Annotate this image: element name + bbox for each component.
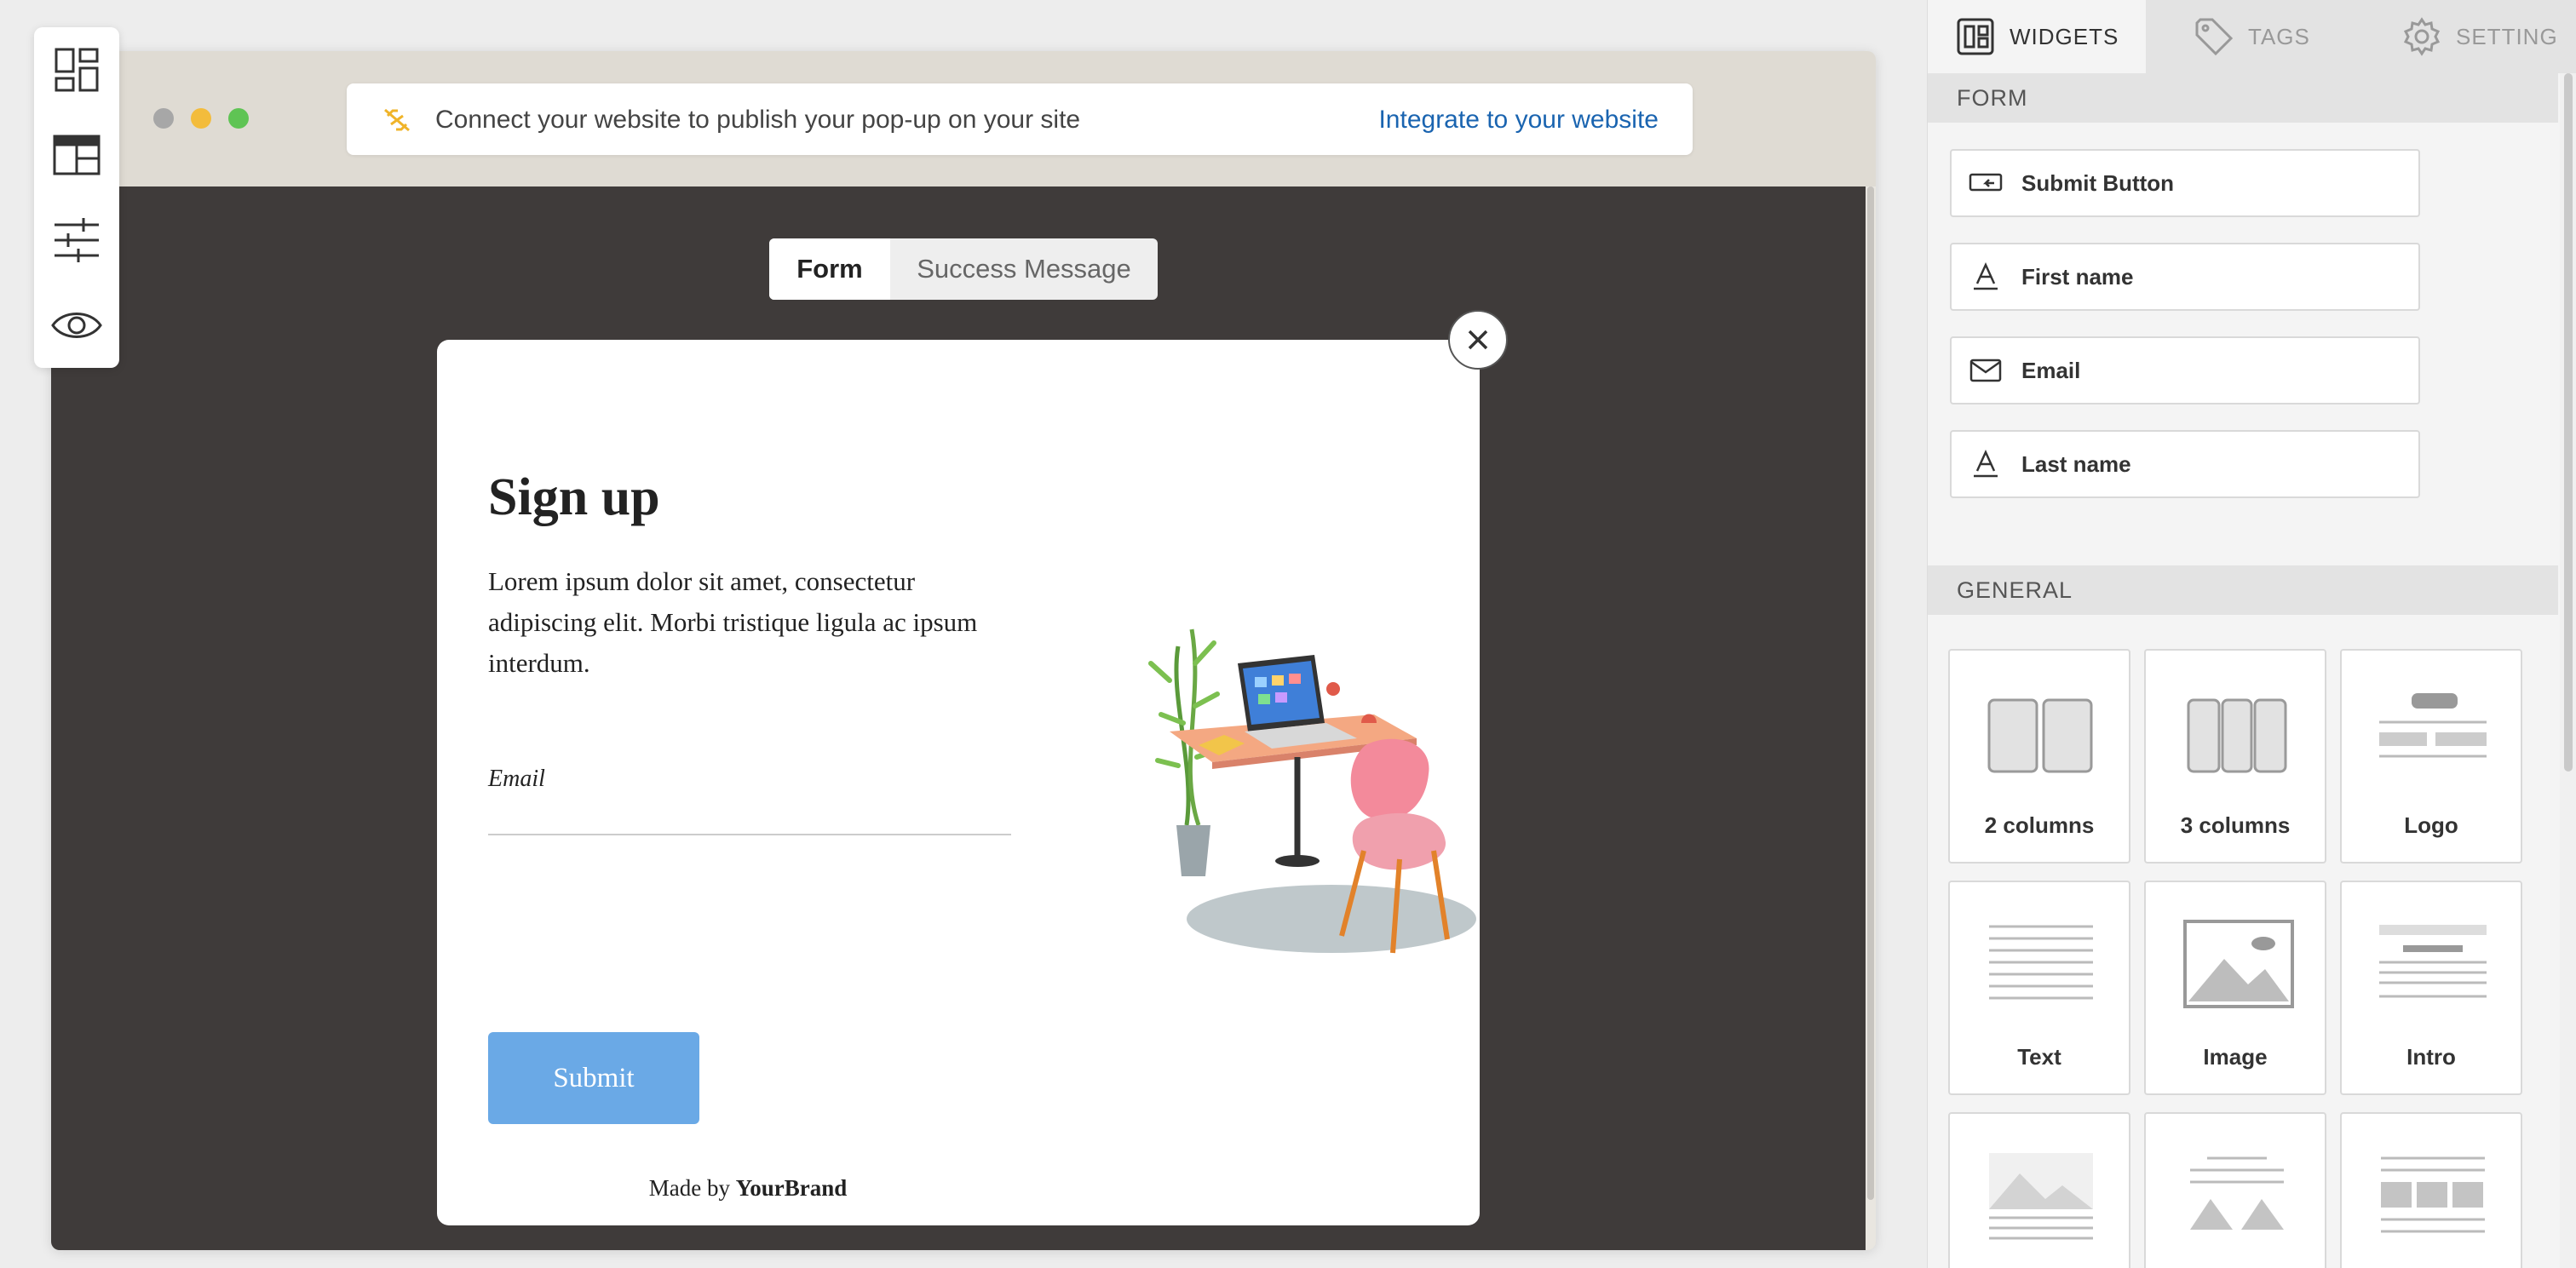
- widget-last-name-label: Last name: [2021, 450, 2131, 477]
- widget-image-text[interactable]: [1948, 1112, 2130, 1268]
- widget-2-columns-label: 2 columns: [1984, 812, 2095, 838]
- widget-first-name-label: First name: [2021, 263, 2134, 290]
- desk-illustration: [1148, 628, 1476, 954]
- window-dot-yellow: [191, 108, 211, 129]
- widget-email[interactable]: Email: [1950, 336, 2420, 404]
- email-label: Email: [488, 766, 545, 792]
- widget-logo-label: Logo: [2404, 812, 2458, 838]
- logo-widget-icon: [2379, 693, 2487, 758]
- image-widget-icon: [2183, 920, 2294, 1008]
- widget-last-name[interactable]: Last name: [1950, 430, 2420, 498]
- tab-success-message[interactable]: Success Message: [890, 238, 1158, 300]
- gear-icon: [2403, 17, 2441, 56]
- address-notice: Connect your website to publish your pop…: [435, 106, 1081, 134]
- widget-submit-button-label: Submit Button: [2021, 169, 2175, 196]
- footer-prefix: Made by: [648, 1175, 730, 1201]
- tab-tags-label: TAGS: [2248, 23, 2310, 49]
- mail-icon: [1969, 359, 2002, 382]
- tab-widgets[interactable]: WIDGETS: [1928, 0, 2146, 73]
- text-field-icon: [1974, 449, 1998, 478]
- panel-tabs: WIDGETS TAGS SETTING: [1928, 0, 2576, 73]
- signup-popup: Sign up Lorem ipsum dolor sit amet, cons…: [437, 340, 1480, 1225]
- widget-first-name[interactable]: First name: [1950, 243, 2420, 311]
- address-bar: Connect your website to publish your pop…: [347, 83, 1693, 155]
- form-section-header: FORM: [1928, 73, 2558, 123]
- tab-setting-label: SETTING: [2456, 23, 2558, 49]
- widget-intro-label: Intro: [2406, 1044, 2456, 1070]
- two-columns-icon: [1987, 698, 2093, 773]
- tab-widgets-label: WIDGETS: [2010, 23, 2119, 49]
- gallery-widget-icon: [2190, 1156, 2284, 1230]
- widget-3-columns[interactable]: 3 columns: [2144, 649, 2326, 864]
- widget-logo[interactable]: Logo: [2340, 649, 2522, 864]
- popup-title: Sign up: [488, 468, 660, 526]
- panel-scrollbar[interactable]: [2560, 73, 2576, 1268]
- widget-intro[interactable]: Intro: [2340, 881, 2522, 1095]
- browser-preview: Connect your website to publish your pop…: [51, 51, 1876, 1250]
- preview-scrollbar[interactable]: [1866, 186, 1876, 1250]
- widget-text-label: Text: [2017, 1044, 2061, 1070]
- popup-body: Lorem ipsum dolor sit amet, consectetur …: [488, 566, 978, 678]
- integrate-link[interactable]: Integrate to your website: [1378, 106, 1659, 135]
- layout-icon[interactable]: [34, 112, 119, 198]
- made-by-footer: Made by YourBrand: [437, 1175, 1059, 1202]
- widgets-grid-icon[interactable]: [34, 27, 119, 112]
- tab-tags[interactable]: TAGS: [2146, 0, 2364, 73]
- widget-image-label: Image: [2203, 1044, 2268, 1070]
- widget-image[interactable]: Image: [2144, 881, 2326, 1095]
- widget-email-label: Email: [2021, 357, 2081, 383]
- form-tabs: Form Success Message: [769, 238, 1158, 300]
- unlink-icon: [384, 108, 410, 132]
- close-icon: [1468, 330, 1488, 350]
- sliders-icon[interactable]: [34, 198, 119, 283]
- window-dot-green: [228, 108, 249, 129]
- submit-button[interactable]: Submit: [488, 1032, 699, 1124]
- widget-image-grid[interactable]: [2340, 1112, 2522, 1268]
- widget-submit-button[interactable]: Submit Button: [1950, 149, 2420, 217]
- close-popup-button[interactable]: [1448, 310, 1508, 370]
- image-text-widget-icon: [1989, 1153, 2093, 1240]
- widget-3-columns-label: 3 columns: [2180, 812, 2291, 838]
- general-section-header: GENERAL: [1928, 565, 2558, 615]
- tab-setting[interactable]: SETTING: [2364, 0, 2576, 73]
- widgets-panel: WIDGETS TAGS SETTING FORM Submit Button …: [1927, 0, 2576, 1268]
- submit-button-icon: [1969, 173, 2003, 192]
- tab-form[interactable]: Form: [769, 238, 890, 300]
- intro-widget-icon: [2379, 925, 2487, 998]
- editor-toolbar: [34, 27, 119, 368]
- tag-icon: [2195, 18, 2234, 56]
- email-field[interactable]: [488, 800, 1011, 835]
- image-grid-widget-icon: [2381, 1156, 2485, 1233]
- panel-scrollbar-thumb[interactable]: [2564, 73, 2573, 772]
- widget-text[interactable]: Text: [1948, 881, 2130, 1095]
- three-columns-icon: [2187, 698, 2287, 773]
- widget-gallery[interactable]: [2144, 1112, 2326, 1268]
- preview-scrollbar-thumb[interactable]: [1867, 186, 1874, 1200]
- footer-brand: YourBrand: [735, 1175, 848, 1201]
- widgets-icon: [1957, 18, 1994, 55]
- widget-2-columns[interactable]: 2 columns: [1948, 649, 2130, 864]
- eye-icon[interactable]: [34, 283, 119, 368]
- text-widget-icon: [1989, 925, 2093, 1000]
- window-dot-gray: [153, 108, 174, 129]
- text-field-icon: [1974, 261, 1998, 290]
